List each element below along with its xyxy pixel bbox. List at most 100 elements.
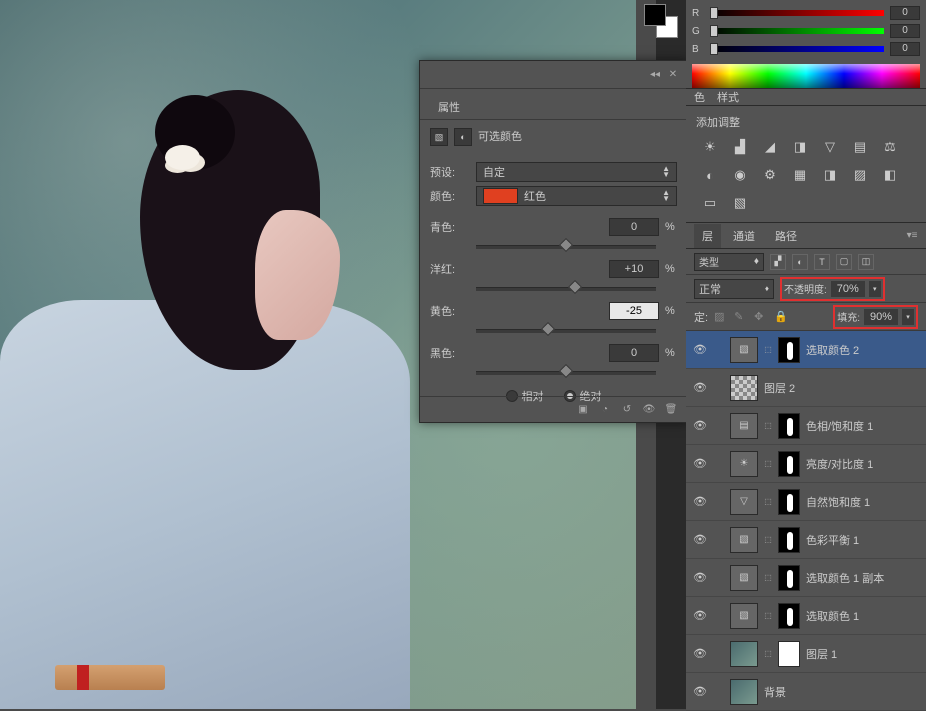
layer-thumb[interactable] xyxy=(730,679,758,705)
lock-pixels-icon[interactable]: ▨ xyxy=(714,310,728,324)
hue-sat-icon[interactable]: ▤ xyxy=(850,138,870,156)
link-icon[interactable]: ⬚ xyxy=(764,535,772,544)
color-dropdown[interactable]: 红色 ▲▼ xyxy=(476,186,677,206)
layer-thumb[interactable]: ▧ xyxy=(730,603,758,629)
clip-icon[interactable]: ◔ xyxy=(599,404,611,416)
fill-value[interactable]: 90% xyxy=(864,309,898,325)
slider-0-track[interactable] xyxy=(476,238,656,252)
fill-control[interactable]: 填充: 90% ▾ xyxy=(833,305,918,329)
color-balance-icon[interactable]: ⚖ xyxy=(880,138,900,156)
layer-thumb[interactable]: ▧ xyxy=(730,565,758,591)
layer-thumb[interactable]: ▧ xyxy=(730,527,758,553)
layer-name[interactable]: 色相/饱和度 1 xyxy=(806,418,920,434)
layer-name[interactable]: 亮度/对比度 1 xyxy=(806,456,920,472)
rgb-B-slider[interactable] xyxy=(710,44,884,54)
fill-flyout-icon[interactable]: ▾ xyxy=(902,309,914,325)
rgb-R-slider[interactable] xyxy=(710,8,884,18)
opacity-value[interactable]: 70% xyxy=(831,281,865,297)
bw-icon[interactable]: ◐ xyxy=(700,166,720,184)
rgb-R-value[interactable]: 0 xyxy=(890,6,920,20)
vibrance-icon[interactable]: ▽ xyxy=(820,138,840,156)
color-spectrum[interactable] xyxy=(692,64,920,88)
layer-row[interactable]: 👁 背景 xyxy=(686,673,926,711)
filter-type-dropdown[interactable]: 类型♦ xyxy=(694,253,764,271)
visibility-icon[interactable]: 👁 xyxy=(692,608,708,624)
layers-tab[interactable]: 层 xyxy=(694,224,721,248)
posterize-icon[interactable]: ▨ xyxy=(850,166,870,184)
layer-name[interactable]: 选取颜色 1 xyxy=(806,608,920,624)
preset-dropdown[interactable]: 自定 ▲▼ xyxy=(476,162,677,182)
layer-row[interactable]: 👁 ☀ ⬚ 亮度/对比度 1 xyxy=(686,445,926,483)
trash-icon[interactable]: 🗑 xyxy=(665,404,677,416)
exposure-icon[interactable]: ◨ xyxy=(790,138,810,156)
link-icon[interactable]: ⬚ xyxy=(764,573,772,582)
layer-thumb[interactable] xyxy=(730,641,758,667)
visibility-icon[interactable]: 👁 xyxy=(692,418,708,434)
layer-row[interactable]: 👁 ▧ ⬚ 选取颜色 1 xyxy=(686,597,926,635)
layer-thumb[interactable] xyxy=(730,375,758,401)
lock-all-icon[interactable]: 🔒 xyxy=(774,310,788,324)
rgb-G-slider[interactable] xyxy=(710,26,884,36)
properties-tab[interactable]: 属性 xyxy=(430,95,468,119)
filter-smart-icon[interactable]: ◫ xyxy=(858,254,874,270)
rgb-G-value[interactable]: 0 xyxy=(890,24,920,38)
visibility-icon[interactable]: 👁 xyxy=(692,456,708,472)
layer-row[interactable]: 👁 ▧ ⬚ 色彩平衡 1 xyxy=(686,521,926,559)
layer-mask[interactable] xyxy=(778,527,800,553)
levels-icon[interactable]: ▟ xyxy=(730,138,750,156)
visibility-icon[interactable]: 👁 xyxy=(692,380,708,396)
layer-mask[interactable] xyxy=(778,489,800,515)
layer-row[interactable]: 👁 ▧⬚ 选取颜色 2 xyxy=(686,331,926,369)
selective-color-icon[interactable]: ▧ xyxy=(730,194,750,212)
gradient-map-icon[interactable]: ▭ xyxy=(700,194,720,212)
layer-name[interactable]: 选取颜色 1 副本 xyxy=(806,570,920,586)
close-icon[interactable]: ✕ xyxy=(667,69,679,81)
panel-menu-icon[interactable]: ▾≡ xyxy=(906,230,918,242)
lock-position-icon[interactable]: ✥ xyxy=(754,310,768,324)
filter-type-icon[interactable]: T xyxy=(814,254,830,270)
layer-name[interactable]: 图层 1 xyxy=(806,646,920,662)
paths-tab[interactable]: 路径 xyxy=(767,224,805,248)
slider-3-input[interactable] xyxy=(609,344,659,362)
layer-mask[interactable] xyxy=(778,413,800,439)
layer-name[interactable]: 图层 2 xyxy=(764,380,920,396)
link-icon[interactable]: ⬚ xyxy=(764,497,772,506)
filter-shape-icon[interactable]: ▢ xyxy=(836,254,852,270)
link-icon[interactable]: ⬚ xyxy=(764,611,772,620)
layer-row[interactable]: 👁 ▽⬚ 自然饱和度 1 xyxy=(686,483,926,521)
layer-thumb[interactable]: ▧ xyxy=(730,337,758,363)
color-lookup-icon[interactable]: ▦ xyxy=(790,166,810,184)
layer-thumb[interactable]: ▤ xyxy=(730,413,758,439)
slider-3-track[interactable] xyxy=(476,364,656,378)
link-icon[interactable]: ⬚ xyxy=(764,421,772,430)
visibility-icon[interactable]: 👁 xyxy=(692,532,708,548)
brightness-icon[interactable]: ☀ xyxy=(700,138,720,156)
rgb-B-value[interactable]: 0 xyxy=(890,42,920,56)
curves-icon[interactable]: ◢ xyxy=(760,138,780,156)
layer-row[interactable]: 👁 图层 2 xyxy=(686,369,926,407)
mask-icon[interactable]: ◐ xyxy=(454,128,472,146)
slider-2-track[interactable] xyxy=(476,322,656,336)
slider-1-input[interactable] xyxy=(609,260,659,278)
adjustment-icon[interactable]: ▧ xyxy=(430,128,448,146)
visibility-icon[interactable]: 👁 xyxy=(692,646,708,662)
visibility-icon[interactable]: 👁 xyxy=(692,684,708,700)
layer-name[interactable]: 背景 xyxy=(764,684,920,700)
slider-2-input[interactable] xyxy=(609,302,659,320)
link-icon[interactable]: ⬚ xyxy=(764,459,772,468)
visibility-icon[interactable]: 👁 xyxy=(692,570,708,586)
layer-mask[interactable] xyxy=(778,337,800,363)
layer-thumb[interactable]: ▽ xyxy=(730,489,758,515)
layer-name[interactable]: 选取颜色 2 xyxy=(806,342,920,358)
visibility-icon[interactable]: 👁 xyxy=(692,494,708,510)
foreground-color-chip[interactable] xyxy=(644,4,666,26)
link-icon[interactable]: ▣ xyxy=(577,404,589,416)
layer-mask[interactable] xyxy=(778,641,800,667)
filter-adj-icon[interactable]: ◐ xyxy=(792,254,808,270)
visibility-icon[interactable]: 👁 xyxy=(643,404,655,416)
channels-tab[interactable]: 通道 xyxy=(725,224,763,248)
styles-tab[interactable]: 样式 xyxy=(717,89,739,105)
layer-row[interactable]: 👁 ▧ ⬚ 选取颜色 1 副本 xyxy=(686,559,926,597)
layer-name[interactable]: 色彩平衡 1 xyxy=(806,532,920,548)
layer-thumb[interactable]: ☀ xyxy=(730,451,758,477)
